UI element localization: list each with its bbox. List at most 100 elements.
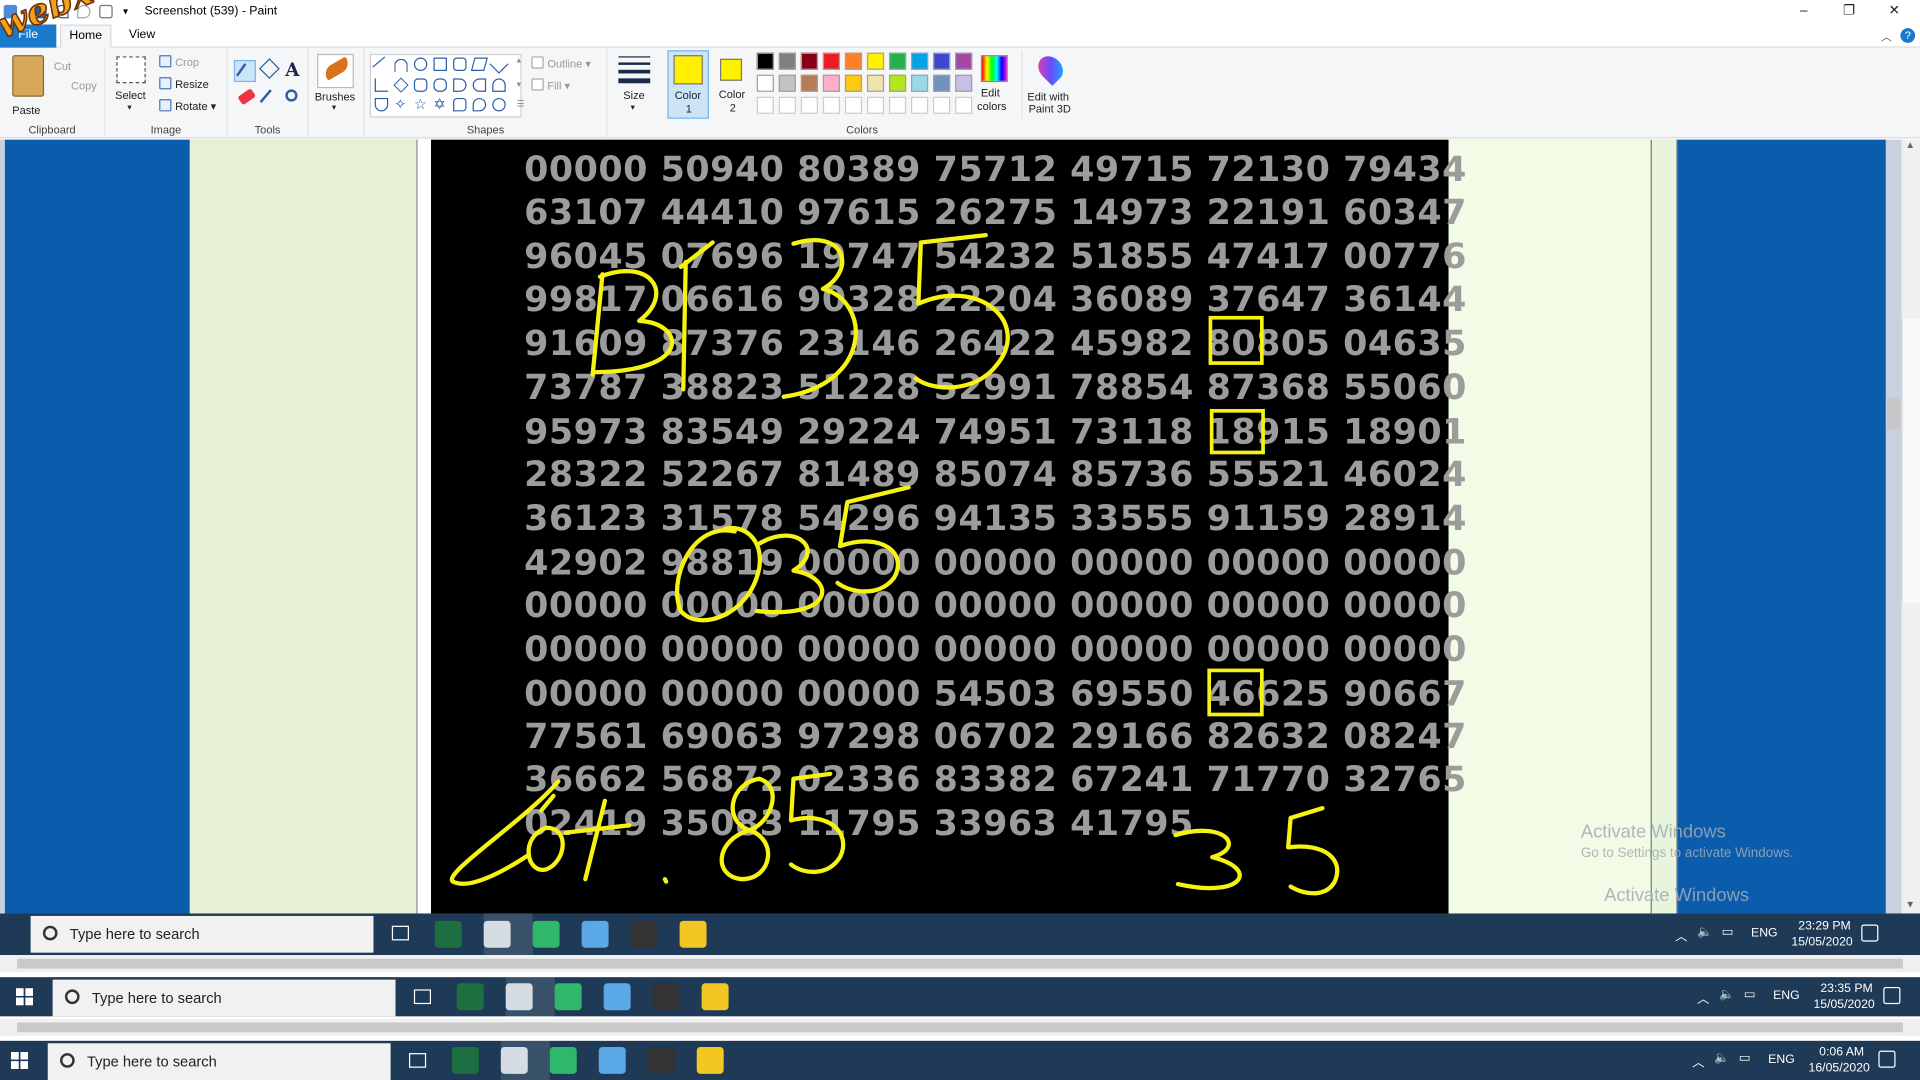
palette-swatch[interactable] [866,74,885,92]
outline-button[interactable]: Outline ▾ [531,56,591,71]
tray-chevron-icon[interactable]: ︿ [1692,1052,1704,1070]
language-indicator[interactable]: ENG [1768,1053,1795,1066]
excel-icon[interactable] [451,1046,479,1074]
crop-button[interactable]: Crop [159,55,199,69]
horizontal-scrollbar[interactable] [0,1018,1920,1036]
hexagon-shape-icon[interactable] [433,78,447,92]
fill-button[interactable]: Fill ▾ [531,78,570,93]
maximize-button[interactable]: ❐ [1834,2,1863,22]
horizontal-scrollbar-thumb[interactable] [17,1022,1903,1033]
network-icon[interactable]: ▭ [1744,988,1756,1001]
curve-shape-icon[interactable] [394,58,408,73]
palette-empty-swatch[interactable] [800,96,818,114]
taskbar-active-app[interactable] [483,913,533,956]
scrollbar-thumb[interactable] [1886,397,1901,430]
resize-button[interactable]: Resize [159,77,209,91]
palette-swatch[interactable] [822,74,841,92]
notepad-icon[interactable] [581,920,609,948]
taskbar-search[interactable]: Type here to search [47,1043,391,1080]
copy-button[interactable]: Copy [71,80,97,92]
cut-button[interactable]: Cut [54,60,71,72]
scrollbar-track[interactable] [1901,318,1920,603]
select-dropdown-icon[interactable]: ▾ [127,103,131,113]
edit-colors-button[interactable]: Edit colors [975,50,1012,119]
network-icon[interactable]: ▭ [1739,1052,1751,1065]
left-arrow-shape-icon[interactable] [472,78,487,92]
select-icon[interactable] [116,56,146,84]
pentagon-shape-icon[interactable] [413,78,428,92]
vertical-scrollbar[interactable]: ▲ ▼ [1901,139,1920,914]
palette-empty-swatch[interactable] [844,96,863,114]
select-button[interactable]: Select [115,89,146,101]
excel-icon[interactable] [434,920,462,948]
notification-icon[interactable] [1861,924,1879,942]
notification-icon[interactable] [1878,1050,1896,1068]
callout-oval-icon[interactable] [472,97,487,112]
notification-icon[interactable] [1883,986,1901,1005]
horizontal-scrollbar-thumb[interactable] [17,958,1903,969]
excel-icon[interactable] [456,983,484,1011]
color-picker-icon[interactable] [259,89,272,104]
palette-swatch[interactable] [866,52,885,70]
clock-date[interactable]: 15/05/2020 [1785,936,1858,949]
canvas-area[interactable]: 00000 50940 80389 75712 49715 72130 7943… [0,139,1902,914]
text-tool-icon[interactable]: A [285,59,299,81]
palette-swatch[interactable] [756,52,774,70]
obs-icon[interactable] [652,983,680,1011]
palette-swatch[interactable] [955,74,973,92]
greenshot-icon[interactable] [554,983,582,1011]
greenshot-icon[interactable] [549,1046,577,1074]
palette-empty-swatch[interactable] [955,96,973,114]
clock-time[interactable]: 0:06 AM [1807,1046,1876,1059]
close-button[interactable]: ✕ [1880,2,1909,22]
clock-time[interactable]: 23:35 PM [1812,982,1881,995]
callout-rect-icon[interactable] [453,97,467,112]
four-point-star-icon[interactable]: ✧ [394,97,407,112]
language-indicator[interactable]: ENG [1773,989,1800,1002]
task-view-icon[interactable] [413,989,432,1005]
file-explorer-icon[interactable] [679,920,707,948]
rotate-button[interactable]: Rotate ▾ [159,99,216,114]
minimize-button[interactable]: – [1789,2,1818,22]
taskbar-active-app[interactable] [500,1040,550,1080]
palette-swatch[interactable] [933,52,951,70]
tray-chevron-icon[interactable]: ︿ [1675,926,1687,944]
clock-date[interactable]: 16/05/2020 [1802,1062,1875,1075]
taskbar-search[interactable]: Type here to search [52,979,396,1017]
six-point-star-icon[interactable]: ✡ [433,97,446,112]
task-view-icon[interactable] [391,925,409,941]
scroll-up-icon[interactable]: ▲ [1905,140,1915,151]
speaker-icon[interactable]: 🔈 [1719,988,1734,1001]
palette-swatch[interactable] [756,74,774,92]
start-icon[interactable] [11,1051,29,1069]
fill-bucket-icon[interactable] [258,58,280,79]
shapes-scroll-down-icon[interactable]: ▾ [517,80,521,90]
palette-swatch[interactable] [844,52,863,70]
palette-swatch[interactable] [822,52,841,70]
magnifier-icon[interactable] [285,89,298,102]
up-arrow-shape-icon[interactable] [492,78,506,92]
file-explorer-icon[interactable] [696,1046,724,1074]
palette-empty-swatch[interactable] [822,96,841,114]
horizontal-scrollbar[interactable] [0,955,1920,973]
size-button[interactable]: Size [623,89,644,101]
collapse-ribbon-icon[interactable]: ︿ [1881,28,1892,44]
file-explorer-icon[interactable] [701,983,729,1011]
oval-shape-icon[interactable] [413,57,428,72]
palette-empty-swatch[interactable] [756,96,774,114]
help-icon[interactable]: ? [1900,28,1916,43]
rectangle-shape-icon[interactable] [433,57,447,72]
right-arrow-shape-icon[interactable] [453,78,467,92]
palette-swatch[interactable] [933,74,951,92]
palette-swatch[interactable] [955,52,973,70]
taskbar-search[interactable]: Type here to search [30,915,374,953]
callout-cloud-icon[interactable] [492,97,506,112]
palette-swatch[interactable] [800,52,818,70]
shapes-expand-icon[interactable]: ☰ [517,99,525,109]
clock-date[interactable]: 15/05/2020 [1807,998,1880,1011]
color2-button[interactable]: Color 2 [713,50,755,119]
tray-chevron-icon[interactable]: ︿ [1697,988,1709,1006]
obs-icon[interactable] [630,920,658,948]
task-view-icon[interactable] [408,1053,427,1068]
palette-swatch[interactable] [844,74,863,92]
